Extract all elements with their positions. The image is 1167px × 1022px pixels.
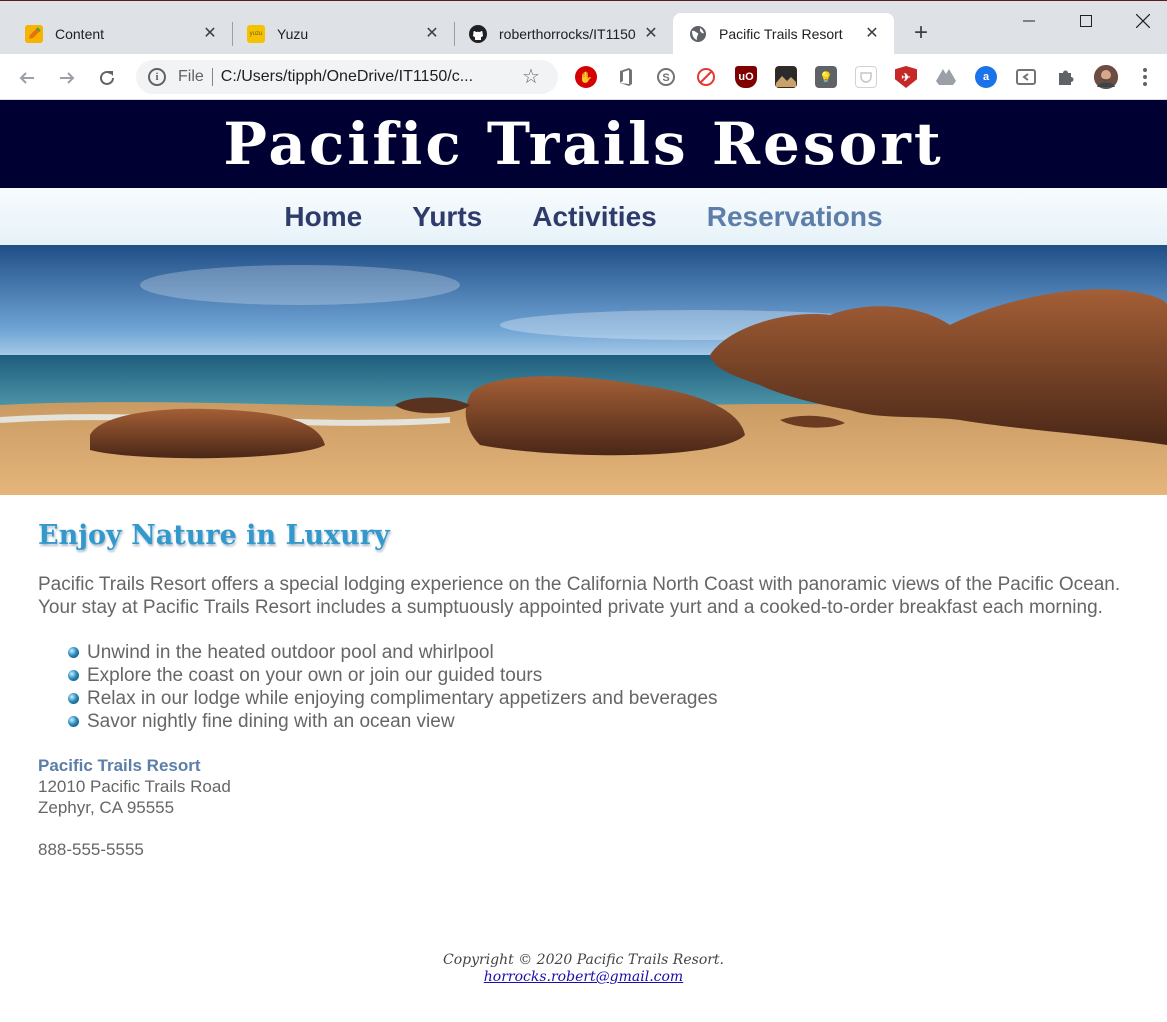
scheme-label: File	[178, 68, 204, 85]
nav-reservations-link[interactable]: Reservations	[707, 201, 883, 233]
maximize-icon[interactable]	[1063, 7, 1109, 35]
cast-window-icon[interactable]	[1015, 66, 1037, 88]
address-bar[interactable]: i File C:/Users/tipph/OneDrive/IT1150/c.…	[136, 60, 558, 94]
bullet-icon	[68, 647, 79, 658]
close-icon[interactable]: ✕	[200, 24, 220, 44]
site-nav: Home Yurts Activities Reservations	[0, 188, 1167, 245]
forward-arrow-icon[interactable]	[53, 64, 81, 92]
edit-pencil-icon	[25, 25, 43, 43]
amenities-list: Unwind in the heated outdoor pool and wh…	[68, 641, 1148, 733]
contact-phone: 888-555-5555	[38, 840, 144, 859]
site-title: Pacific Trails Resort	[223, 110, 944, 178]
minimize-icon[interactable]	[1006, 7, 1052, 35]
page-heading: Enjoy Nature in Luxury	[38, 520, 390, 551]
main-content: Enjoy Nature in Luxury Pacific Trails Re…	[38, 520, 1148, 860]
dark-image-icon[interactable]	[775, 66, 797, 88]
browser-tab-pacific-trails[interactable]: Pacific Trails Resort ✕	[673, 13, 894, 55]
tab-title: Yuzu	[277, 26, 309, 42]
idea-bulb-icon[interactable]: 💡	[815, 66, 837, 88]
bullet-icon	[68, 693, 79, 704]
adblock-icon[interactable]: ✋	[575, 66, 597, 88]
close-icon[interactable]: ✕	[862, 24, 882, 44]
list-item: Explore the coast on your own or join ou…	[68, 664, 1148, 687]
more-menu-icon[interactable]	[1136, 64, 1154, 90]
new-tab-button[interactable]: +	[908, 21, 934, 47]
office-icon[interactable]	[615, 66, 637, 88]
ublock-icon[interactable]: uO	[735, 66, 757, 88]
window-close-icon[interactable]	[1120, 7, 1166, 35]
nav-activities-link[interactable]: Activities	[532, 201, 657, 233]
google-drive-icon[interactable]	[935, 66, 957, 88]
list-item: Savor nightly fine dining with an ocean …	[68, 710, 1148, 733]
bullet-icon	[68, 716, 79, 727]
list-item-text: Unwind in the heated outdoor pool and wh…	[87, 642, 494, 663]
amazon-assistant-icon[interactable]: a	[975, 66, 997, 88]
reload-icon[interactable]	[93, 64, 121, 92]
list-item: Unwind in the heated outdoor pool and wh…	[68, 641, 1148, 664]
pocket-icon[interactable]	[855, 66, 877, 88]
browser-tabstrip: Content ✕ yuzu Yuzu ✕ roberthorrocks/IT1…	[0, 0, 1167, 55]
contact-street: 12010 Pacific Trails Road	[38, 777, 231, 796]
copyright-text: Copyright © 2020 Pacific Trails Resort.	[442, 952, 725, 968]
list-item-text: Relax in our lodge while enjoying compli…	[87, 688, 718, 709]
tab-title: roberthorrocks/IT1150	[499, 26, 636, 42]
contact-city: Zephyr, CA 95555	[38, 798, 175, 817]
skype-icon[interactable]: S	[655, 66, 677, 88]
contact-name: Pacific Trails Resort	[38, 756, 201, 775]
info-icon[interactable]: i	[148, 68, 166, 86]
close-icon[interactable]: ✕	[641, 24, 661, 44]
footer-email-link[interactable]: horrocks.robert@gmail.com	[484, 969, 683, 985]
no-spam-icon[interactable]	[695, 66, 717, 88]
browser-tab-content[interactable]: Content ✕	[0, 13, 232, 55]
url-text[interactable]: C:/Users/tipph/OneDrive/IT1150/c...	[221, 68, 501, 86]
site-footer: Copyright © 2020 Pacific Trails Resort. …	[0, 952, 1167, 986]
tab-title: Pacific Trails Resort	[719, 26, 843, 42]
browser-tab-github[interactable]: roberthorrocks/IT1150 ✕	[444, 13, 673, 55]
browser-tab-yuzu[interactable]: yuzu Yuzu ✕	[222, 13, 454, 55]
svg-text:S: S	[662, 72, 669, 84]
nav-yurts-link[interactable]: Yurts	[412, 201, 482, 233]
site-header: Pacific Trails Resort	[0, 100, 1167, 188]
avatar[interactable]	[1094, 65, 1118, 89]
contact-block: Pacific Trails Resort 12010 Pacific Trai…	[38, 755, 1148, 860]
list-item-text: Explore the coast on your own or join ou…	[87, 665, 543, 686]
list-item: Relax in our lodge while enjoying compli…	[68, 687, 1148, 710]
puzzle-extensions-icon[interactable]	[1055, 66, 1077, 88]
back-arrow-icon[interactable]	[13, 64, 41, 92]
bullet-icon	[68, 670, 79, 681]
nav-home-link[interactable]: Home	[284, 201, 362, 233]
list-item-text: Savor nightly fine dining with an ocean …	[87, 711, 455, 732]
tab-title: Content	[55, 26, 105, 42]
shield-extension-icon[interactable]: ✈	[895, 66, 917, 88]
github-icon	[469, 25, 487, 43]
globe-icon	[689, 25, 707, 43]
close-icon[interactable]: ✕	[422, 24, 442, 44]
yuzu-logo-icon: yuzu	[247, 25, 265, 43]
intro-paragraph: Pacific Trails Resort offers a special l…	[38, 574, 1121, 618]
hero-coast-image	[0, 245, 1167, 495]
browser-toolbar: i File C:/Users/tipph/OneDrive/IT1150/c.…	[0, 54, 1167, 100]
bookmark-star-icon[interactable]: ☆	[522, 67, 540, 87]
address-divider	[211, 68, 213, 86]
